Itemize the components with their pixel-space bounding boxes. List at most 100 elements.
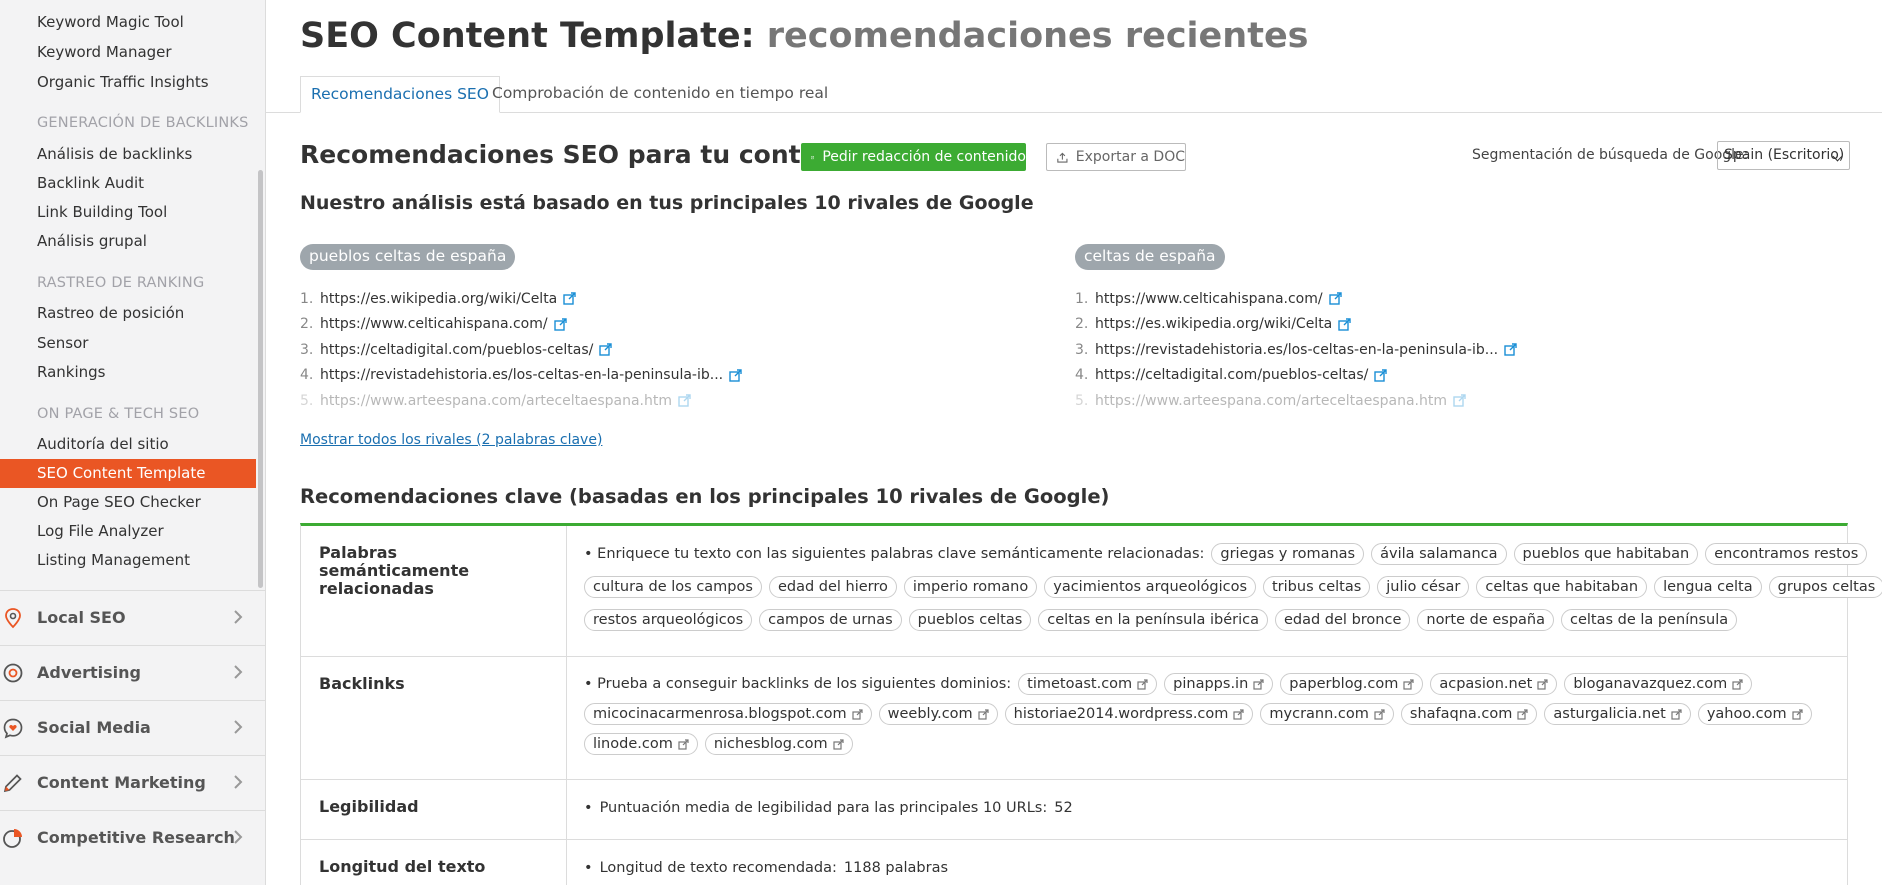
semantic-keyword-chip[interactable]: julio césar	[1377, 576, 1470, 598]
rec-intro-text: Enriquece tu texto con las siguientes pa…	[597, 546, 1205, 562]
semantic-keyword-chip[interactable]: celtas en la península ibérica	[1038, 609, 1268, 631]
external-link-icon[interactable]	[1338, 318, 1351, 331]
sidebar-group-local-seo[interactable]: Local SEO	[0, 590, 266, 645]
external-link-icon[interactable]	[563, 292, 576, 305]
external-link-icon[interactable]	[599, 343, 613, 356]
main-content: SEO Content Template: recomendaciones re…	[266, 0, 1882, 885]
sidebar-item-site-audit[interactable]: Auditoría del sitio	[37, 435, 169, 453]
backlink-domain-chip[interactable]: linode.com	[584, 733, 698, 755]
semantic-keyword-chip[interactable]: cultura de los campos	[584, 576, 762, 598]
sidebar-item-bulk-analysis[interactable]: Análisis grupal	[37, 232, 147, 250]
external-link-icon[interactable]	[1453, 394, 1466, 407]
semantic-keyword-chip-label: celtas que habitaban	[1485, 579, 1639, 595]
sidebar-group-advertising[interactable]: Advertising	[0, 645, 266, 700]
sidebar-item-position-tracking[interactable]: Rastreo de posición	[37, 304, 184, 322]
semantic-keyword-chip[interactable]: norte de españa	[1417, 609, 1554, 631]
semantic-keyword-chip[interactable]: restos arqueológicos	[584, 609, 753, 631]
semantic-keyword-chip[interactable]: lengua celta	[1654, 576, 1762, 598]
semantic-keyword-chip[interactable]: tribus celtas	[1263, 576, 1371, 598]
sidebar-item-seo-content-template[interactable]: SEO Content Template	[0, 459, 256, 488]
sidebar-scrollbar[interactable]	[258, 170, 263, 588]
external-link-icon[interactable]	[1504, 343, 1517, 356]
segment-select[interactable]: Spain (Escritorio)	[1717, 141, 1850, 170]
backlink-domain-chip-label: asturgalicia.net	[1553, 706, 1666, 722]
backlink-domain-chip[interactable]: bloganavazquez.com	[1564, 673, 1753, 695]
semantic-keyword-chip[interactable]: yacimientos arqueológicos	[1044, 576, 1256, 598]
export-doc-button[interactable]: Exportar a DOC	[1046, 143, 1186, 171]
pencil-icon	[3, 774, 22, 793]
semantic-keyword-chip[interactable]: encontramos restos	[1705, 543, 1868, 565]
show-all-rivals-link[interactable]: Mostrar todos los rivales (2 palabras cl…	[300, 432, 602, 448]
sidebar-item-backlink-audit[interactable]: Backlink Audit	[37, 174, 144, 192]
external-link-icon[interactable]	[1374, 369, 1388, 382]
rival-number: 1.	[300, 290, 314, 307]
semantic-keyword-chip[interactable]: pueblos celtas	[908, 609, 1032, 631]
rec-row-readability: Legibilidad • Puntuación media de legibi…	[301, 780, 1847, 840]
sidebar-item-listing-management[interactable]: Listing Management	[37, 551, 190, 569]
page-title-main: SEO Content Template:	[300, 16, 755, 56]
sidebar-group-social-media[interactable]: Social Media	[0, 700, 266, 755]
backlink-domain-chip[interactable]: shafaqna.com	[1400, 703, 1538, 725]
external-link-icon	[1253, 678, 1264, 690]
backlink-domain-chip[interactable]: yahoo.com	[1697, 703, 1812, 725]
sidebar-item-organic-traffic-insights[interactable]: Organic Traffic Insights	[37, 73, 209, 91]
sidebar-group-content-marketing[interactable]: Content Marketing	[0, 755, 266, 810]
external-link-icon[interactable]	[729, 369, 742, 382]
semantic-keyword-chip[interactable]: griegas y romanas	[1211, 543, 1365, 565]
rival-url[interactable]: https://www.celticahispana.com/	[1095, 291, 1323, 307]
rival-url[interactable]: https://celtadigital.com/pueblos-celtas/	[1095, 367, 1368, 383]
backlink-domain-chip[interactable]: timetoast.com	[1018, 673, 1158, 695]
semantic-keyword-chip[interactable]: grupos celtas	[1768, 576, 1882, 598]
rival-url[interactable]: https://es.wikipedia.org/wiki/Celta	[1095, 316, 1332, 332]
external-link-icon[interactable]	[678, 394, 691, 407]
semantic-keyword-chip[interactable]: imperio romano	[903, 576, 1038, 598]
semantic-keyword-chip-label: ávila salamanca	[1380, 546, 1498, 562]
rival-url[interactable]: https://es.wikipedia.org/wiki/Celta	[320, 291, 557, 307]
tab-real-time-content-check[interactable]: Comprobación de contenido en tiempo real	[482, 76, 838, 113]
sidebar-item-rankings[interactable]: Rankings	[37, 363, 106, 381]
rival-url[interactable]: https://www.arteespana.com/arteceltaespa…	[1095, 393, 1447, 409]
semantic-keyword-chip[interactable]: ávila salamanca	[1371, 543, 1507, 565]
sidebar-item-backlink-analytics[interactable]: Análisis de backlinks	[37, 145, 192, 163]
sidebar-item-on-page-seo-checker[interactable]: On Page SEO Checker	[37, 493, 201, 511]
sidebar-item-link-building-tool[interactable]: Link Building Tool	[37, 203, 167, 221]
semantic-keyword-chip[interactable]: edad del hierro	[768, 576, 897, 598]
sidebar-item-keyword-magic-tool[interactable]: Keyword Magic Tool	[37, 13, 184, 31]
semantic-keyword-chip[interactable]: pueblos que habitaban	[1513, 543, 1699, 565]
backlink-domain-chip[interactable]: mycrann.com	[1260, 703, 1394, 725]
sidebar-item-sensor[interactable]: Sensor	[37, 334, 88, 352]
external-link-icon[interactable]	[1328, 292, 1342, 305]
semantic-keyword-chip[interactable]: edad del bronce	[1274, 609, 1411, 631]
sidebar-group-competitive-research[interactable]: Competitive Research	[0, 810, 266, 865]
sidebar-item-keyword-manager[interactable]: Keyword Manager	[37, 43, 172, 61]
backlink-domain-chip[interactable]: historiae2014.wordpress.com	[1004, 703, 1254, 725]
backlink-domain-chip[interactable]: micocinacarmenrosa.blogspot.com	[584, 703, 872, 725]
backlink-domain-chip-label: bloganavazquez.com	[1573, 676, 1728, 692]
external-link-icon[interactable]	[553, 318, 567, 331]
backlink-domain-chip[interactable]: paperblog.com	[1280, 673, 1424, 695]
request-content-button[interactable]: Pedir redacción de contenido	[801, 143, 1026, 171]
backlink-domain-chip[interactable]: acpasion.net	[1430, 673, 1558, 695]
rival-url[interactable]: https://revistadehistoria.es/los-celtas-…	[320, 367, 723, 383]
rival-url[interactable]: https://celtadigital.com/pueblos-celtas/	[320, 342, 593, 358]
backlink-domain-chip[interactable]: weebly.com	[878, 703, 998, 725]
rival-url[interactable]: https://www.arteespana.com/arteceltaespa…	[320, 393, 672, 409]
backlink-domain-chip[interactable]: nichesblog.com	[704, 733, 853, 755]
backlink-domain-chip-label: nichesblog.com	[713, 736, 828, 752]
keyword-pill: celtas de españa	[1075, 244, 1225, 270]
semantic-keyword-chip[interactable]: celtas que habitaban	[1476, 576, 1648, 598]
sidebar-section-ranking: RASTREO DE RANKING	[37, 275, 205, 291]
tab-seo-recommendations[interactable]: Recomendaciones SEO	[300, 76, 500, 113]
rival-url[interactable]: https://www.celticahispana.com/	[320, 316, 548, 332]
backlink-domain-chip-label: pinapps.in	[1173, 676, 1249, 692]
rival-row: 2. https://www.celticahispana.com/	[300, 312, 742, 338]
external-link-icon	[1403, 678, 1414, 690]
semantic-keyword-chip[interactable]: campos de urnas	[759, 609, 902, 631]
sidebar-item-log-file-analyzer[interactable]: Log File Analyzer	[37, 522, 164, 540]
semantic-keyword-chip[interactable]: celtas de la península	[1561, 609, 1738, 631]
backlink-domain-chip[interactable]: pinapps.in	[1164, 673, 1274, 695]
backlink-domain-chip[interactable]: asturgalicia.net	[1544, 703, 1691, 725]
rival-url[interactable]: https://revistadehistoria.es/los-celtas-…	[1095, 342, 1498, 358]
readability-value: 52	[1054, 800, 1073, 816]
external-link-icon	[1137, 678, 1148, 690]
